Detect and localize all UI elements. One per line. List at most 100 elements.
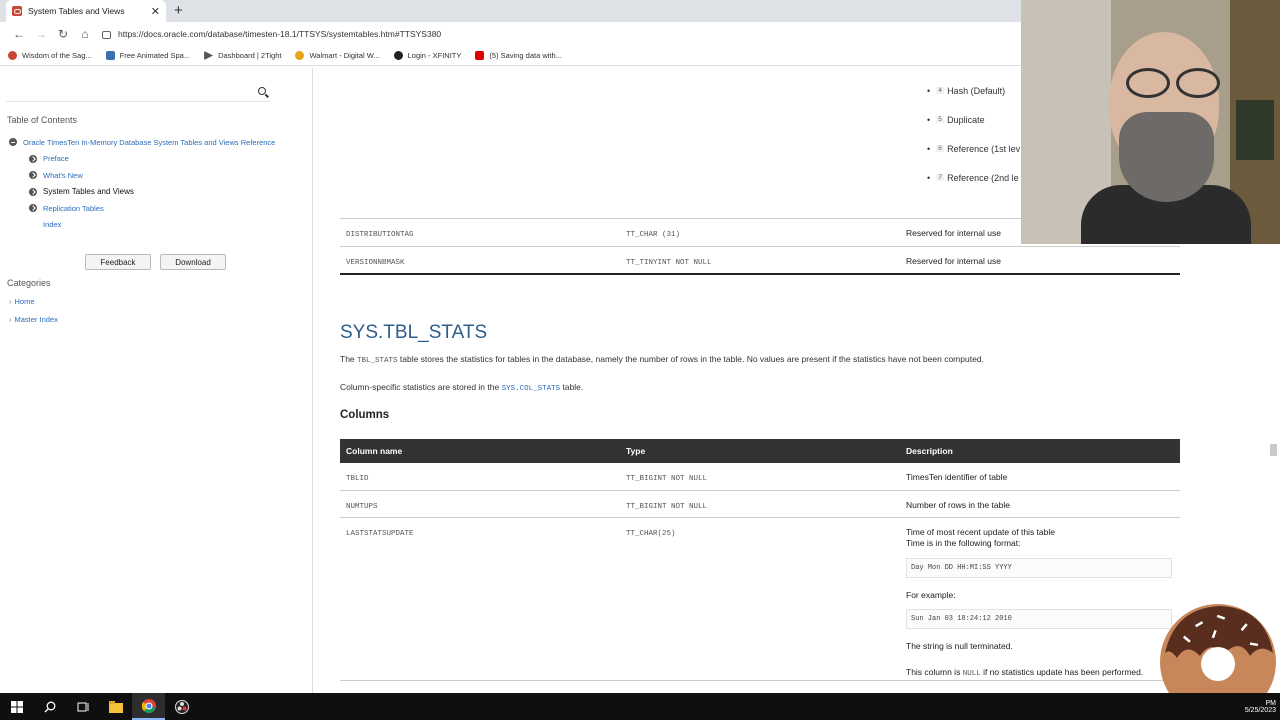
columns-heading: Columns (340, 409, 390, 421)
column-type: TT_TINYINT NOT NULL (626, 258, 712, 267)
feedback-button[interactable]: Feedback (85, 254, 151, 270)
search-input[interactable] (6, 84, 270, 102)
scrollbar-thumb[interactable] (1270, 444, 1277, 456)
toc-link[interactable]: Preface (43, 154, 69, 163)
toc-item[interactable]: What's New (9, 167, 275, 184)
windows-icon (10, 700, 23, 713)
search-icon (44, 701, 55, 712)
webcam-overlay (1021, 0, 1280, 244)
toc-link[interactable]: Oracle TimesTen In-Memory Database Syste… (23, 138, 275, 147)
clock-date: 5/25/2023 (1244, 706, 1276, 714)
start-button[interactable] (0, 693, 33, 720)
bookmark-icon (295, 51, 305, 60)
toc-title: Table of Contents (7, 115, 78, 125)
column-name: TBLID (346, 475, 369, 483)
col-stats-paragraph: Column-specific statistics are stored in… (340, 382, 584, 393)
table-row: NUMTUPS TT_BIGINT NOT NULL Number of row… (340, 490, 1180, 518)
list-item: 5Duplicate (927, 105, 1020, 134)
expand-icon[interactable] (29, 154, 37, 163)
bookmark-icon (204, 51, 214, 60)
table-of-contents: Oracle TimesTen In-Memory Database Syste… (9, 134, 275, 233)
bookmark-label: Free Animated Spa... (119, 51, 191, 60)
column-description: Reserved for internal use (906, 255, 1001, 266)
collapse-icon[interactable] (9, 138, 17, 147)
address-bar[interactable]: https://docs.oracle.com/database/timeste… (102, 29, 441, 39)
bookmark-icon (8, 51, 17, 60)
expand-icon[interactable] (29, 171, 37, 180)
toc-link[interactable]: Replication Tables (43, 204, 104, 213)
toc-item[interactable]: Index (9, 217, 275, 234)
lock-icon (102, 31, 111, 39)
column-type: TT_CHAR(25) (626, 529, 676, 538)
col-stats-link[interactable]: SYS.COL_STATS (502, 385, 561, 393)
file-explorer-button[interactable] (99, 693, 132, 720)
format-intro: Time is in the following format: (906, 538, 1021, 548)
clock-time: PM (1265, 699, 1277, 707)
browser-tab[interactable]: System Tables and Views ✕ (6, 0, 166, 22)
back-icon[interactable]: ← (8, 27, 30, 41)
column-name: LASTSTATSUPDATE (346, 529, 414, 538)
bookmark-item[interactable]: Wisdom of the Sag... (8, 51, 92, 60)
chrome-taskbar-button[interactable] (132, 693, 165, 720)
bookmark-item[interactable]: Login - XFINITY (393, 51, 462, 60)
bookmark-label: (5) Saving data with... (489, 51, 562, 60)
section-heading: SYS.TBL_STATS (340, 322, 488, 343)
bookmark-item[interactable]: (5) Saving data with... (475, 51, 562, 60)
home-icon[interactable]: ⌂ (74, 27, 96, 41)
task-view-button[interactable] (66, 693, 99, 720)
column-name: NUMTUPS (346, 502, 378, 511)
toc-link[interactable]: What's New (43, 171, 83, 180)
bookmark-item[interactable]: Free Animated Spa... (105, 51, 191, 60)
oracle-favicon-icon (12, 6, 22, 16)
column-description: Reserved for internal use (906, 228, 1001, 238)
obs-icon (174, 699, 189, 714)
format-code-block: Day Mon DD HH:MI:SS YYYY (906, 557, 1172, 578)
download-button[interactable]: Download (160, 254, 226, 270)
toc-link[interactable]: System Tables and Views (43, 187, 134, 196)
expand-icon[interactable] (29, 204, 37, 213)
column-description: Number of rows in the table (906, 499, 1010, 510)
bookmark-item[interactable]: Walmart - Digital W... (295, 51, 380, 60)
toc-link[interactable]: Index (43, 220, 61, 229)
url-text: https://docs.oracle.com/database/timeste… (118, 29, 442, 39)
category-link-master-index[interactable]: Master Index (9, 315, 58, 324)
search-icon[interactable] (258, 87, 266, 95)
taskbar-search-button[interactable] (33, 693, 66, 720)
table-header-row: Column name Type Description (340, 439, 1180, 463)
null-terminated-note: The string is null terminated. (906, 641, 1013, 651)
bookmark-label: Login - XFINITY (407, 51, 462, 60)
columns-table: Column name Type Description TBLID TT_BI… (340, 439, 1180, 681)
new-tab-icon[interactable]: + (174, 2, 183, 19)
column-description: Time of most recent update of this table (906, 526, 1055, 537)
forward-icon[interactable]: → (30, 27, 52, 41)
bookmark-label: Dashboard | 2Tight (218, 51, 282, 60)
column-name: VERSIONNBMASK (346, 258, 405, 267)
system-clock[interactable]: PM 5/25/2023 (1245, 693, 1276, 720)
bookmark-icon (393, 51, 403, 60)
list-item: 4Hash (Default) (927, 76, 1020, 105)
categories-title: Categories (7, 278, 51, 288)
task-view-icon (77, 702, 88, 711)
toc-item[interactable]: Replication Tables (9, 200, 275, 217)
close-tab-icon[interactable]: ✕ (151, 5, 160, 18)
table-row: TBLID TT_BIGINT NOT NULL TimesTen identi… (340, 463, 1180, 491)
category-link-home[interactable]: Home (9, 297, 35, 306)
expand-icon[interactable] (29, 187, 37, 196)
bookmark-icon (105, 51, 115, 60)
reload-icon[interactable]: ↻ (52, 27, 74, 41)
toc-item-active[interactable]: System Tables and Views (9, 184, 275, 201)
column-type: TT_BIGINT NOT NULL (626, 475, 708, 483)
toc-item[interactable]: Oracle TimesTen In-Memory Database Syste… (9, 134, 275, 151)
chrome-icon (141, 698, 156, 713)
index-type-list: 4Hash (Default) 5Duplicate 6Reference (1… (927, 76, 1020, 192)
folder-icon (108, 700, 123, 713)
obs-taskbar-button[interactable] (165, 693, 198, 720)
column-description: TimesTen identifier of table (906, 472, 1008, 482)
header-description: Description (900, 439, 1180, 463)
sidebar: Table of Contents Oracle TimesTen In-Mem… (0, 68, 313, 693)
bookmark-item[interactable]: Dashboard | 2Tight (204, 51, 281, 60)
list-item: 6Reference (1st lev (927, 134, 1020, 163)
toc-item[interactable]: Preface (9, 151, 275, 168)
bookmark-label: Walmart - Digital W... (309, 51, 380, 60)
glasses (1126, 68, 1226, 98)
